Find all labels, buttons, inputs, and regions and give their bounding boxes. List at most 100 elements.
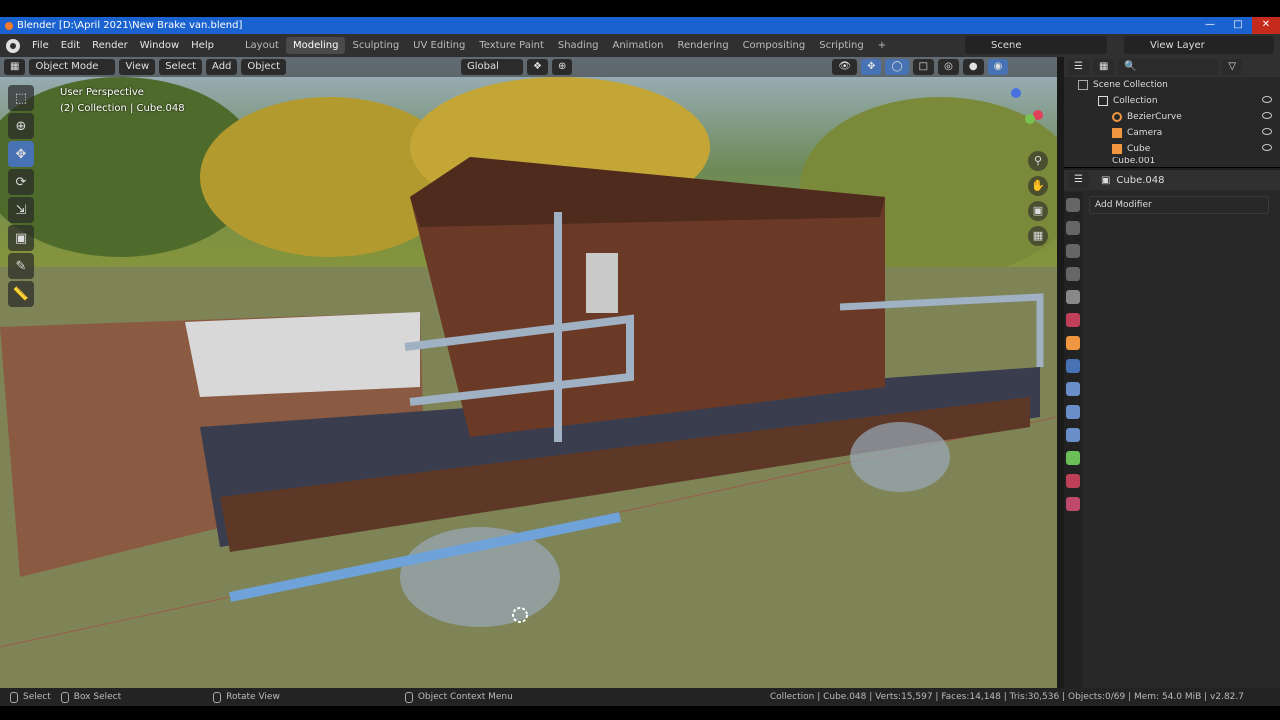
visibility-eye-icon[interactable] (1262, 128, 1272, 135)
viewport-header: ▦ Object Mode View Select Add Object Glo… (0, 57, 1057, 77)
tab-texture-paint[interactable]: Texture Paint (472, 37, 551, 54)
add-menu[interactable]: Add (206, 59, 238, 75)
reference-image-sky (185, 312, 420, 397)
tab-modeling[interactable]: Modeling (285, 37, 346, 54)
viewport-info: User Perspective (2) Collection | Cube.0… (60, 85, 185, 117)
menu-edit[interactable]: Edit (55, 40, 86, 51)
gizmo-y-icon[interactable] (1025, 114, 1035, 124)
pivot-icon[interactable]: ❖ (527, 59, 548, 75)
area-divider[interactable] (1057, 57, 1064, 688)
tab-scripting[interactable]: Scripting (812, 37, 870, 54)
editor-type-button[interactable]: ▦ (4, 59, 26, 75)
world-tab-icon[interactable] (1066, 313, 1080, 327)
tab-layout[interactable]: Layout (238, 37, 286, 54)
output-tab-icon[interactable] (1066, 244, 1080, 258)
camera-icon (1112, 128, 1122, 138)
outliner-collection[interactable]: Collection (1064, 93, 1280, 109)
visibility-eye-icon[interactable] (1262, 144, 1272, 151)
xray-icon[interactable]: □ (912, 59, 935, 75)
outliner-item[interactable]: Camera (1064, 125, 1280, 141)
outliner-filter-icon[interactable]: ▽ (1222, 59, 1243, 75)
outliner-item-label: Cube (1127, 144, 1151, 154)
shading-rendered-icon[interactable]: ◉ (987, 59, 1009, 75)
close-button[interactable]: ✕ (1252, 17, 1280, 34)
zoom-icon[interactable]: ⚲ (1028, 151, 1048, 171)
cursor-icon[interactable]: ⊕ (8, 113, 34, 139)
mode-selector[interactable]: Object Mode (29, 59, 116, 75)
constraints-tab-icon[interactable] (1066, 428, 1080, 442)
view-layer-tab-icon[interactable] (1066, 267, 1080, 281)
add-modifier-dropdown[interactable]: Add Modifier (1089, 196, 1269, 214)
transform-orientation[interactable]: Global (461, 59, 523, 75)
object-menu[interactable]: Object (241, 59, 286, 75)
tab-sculpting[interactable]: Sculpting (345, 37, 406, 54)
outliner-item[interactable]: Cube.001 (1064, 157, 1280, 165)
properties-editor-type-icon[interactable]: ☰ (1068, 172, 1089, 188)
object-tab-icon[interactable] (1066, 336, 1080, 350)
minimize-button[interactable]: — (1196, 17, 1224, 34)
outliner-scene-collection[interactable]: Scene Collection (1064, 77, 1280, 93)
visibility-eye-icon[interactable] (1262, 96, 1272, 103)
physics-tab-icon[interactable] (1066, 405, 1080, 419)
data-tab-icon[interactable] (1066, 451, 1080, 465)
select-box-icon[interactable]: ⬚ (8, 85, 34, 111)
properties-object-name: Cube.048 (1116, 174, 1165, 186)
mouse-drag-icon (60, 691, 69, 703)
scene-tab-icon[interactable] (1066, 290, 1080, 304)
modifier-tab-icon[interactable] (1066, 359, 1080, 373)
tab-uv-editing[interactable]: UV Editing (406, 37, 472, 54)
view-menu[interactable]: View (119, 59, 156, 75)
3d-viewport[interactable]: ▦ Object Mode View Select Add Object Glo… (0, 57, 1057, 688)
snap-icon[interactable]: ⊕ (551, 59, 573, 75)
measure-icon[interactable]: 📏 (8, 281, 34, 307)
shading-solid-icon[interactable]: ● (962, 59, 984, 75)
rotate-icon[interactable]: ⟳ (8, 169, 34, 195)
overlay-toggle-icon[interactable]: ◯ (885, 59, 909, 75)
collection-label: Collection (1113, 96, 1158, 106)
transform-icon[interactable]: ▣ (8, 225, 34, 251)
gizmo-toggle-icon[interactable]: ✥ (861, 59, 882, 75)
hint-box-select: Box Select (60, 691, 122, 703)
outliner-display-mode-icon[interactable]: ▦ (1092, 59, 1115, 75)
scene-collection-label: Scene Collection (1093, 80, 1168, 90)
render-tab-icon[interactable] (1066, 221, 1080, 235)
menu-window[interactable]: Window (134, 40, 185, 51)
add-workspace-button[interactable]: + (871, 37, 893, 54)
gizmo-z-icon[interactable] (1011, 88, 1021, 98)
select-menu[interactable]: Select (159, 59, 203, 75)
menu-file[interactable]: File (26, 40, 55, 51)
tab-compositing[interactable]: Compositing (736, 37, 813, 54)
view-layer-selector[interactable]: View Layer (1124, 36, 1274, 54)
visibility-icon[interactable]: 👁 (832, 59, 858, 75)
maximize-button[interactable]: □ (1224, 17, 1252, 34)
visibility-eye-icon[interactable] (1262, 112, 1272, 119)
outliner-item[interactable]: Cube (1064, 141, 1280, 157)
scene-render (0, 77, 1057, 688)
hint-box-select-label: Box Select (73, 692, 122, 702)
particles-tab-icon[interactable] (1066, 382, 1080, 396)
material-tab-icon[interactable] (1066, 474, 1080, 488)
outliner-item[interactable]: BezierCurve (1064, 109, 1280, 125)
scene-selector[interactable]: Scene (965, 36, 1107, 54)
menu-help[interactable]: Help (185, 40, 220, 51)
texture-tab-icon[interactable] (1066, 497, 1080, 511)
tool-tab-icon[interactable] (1066, 198, 1080, 212)
tab-shading[interactable]: Shading (551, 37, 606, 54)
shading-wireframe-icon[interactable]: ◎ (938, 59, 959, 75)
annotate-icon[interactable]: ✎ (8, 253, 34, 279)
mesh-icon (1112, 144, 1122, 154)
hint-select-label: Select (23, 692, 51, 702)
grid-icon[interactable]: ▦ (1028, 226, 1048, 246)
mouse-right-icon (404, 691, 413, 703)
menu-render[interactable]: Render (86, 40, 134, 51)
scale-icon[interactable]: ⇲ (8, 197, 34, 223)
scene-collection-icon (1078, 80, 1088, 90)
camera-view-icon[interactable]: ▣ (1028, 201, 1048, 221)
tab-rendering[interactable]: Rendering (670, 37, 735, 54)
tab-animation[interactable]: Animation (606, 37, 671, 54)
blender-logo-icon[interactable] (6, 38, 20, 53)
pan-hand-icon[interactable]: ✋ (1028, 176, 1048, 196)
outliner-editor-type-icon[interactable]: ☰ (1068, 59, 1089, 75)
move-icon[interactable]: ✥ (8, 141, 34, 167)
outliner-search-icon[interactable]: 🔍 (1118, 59, 1219, 75)
